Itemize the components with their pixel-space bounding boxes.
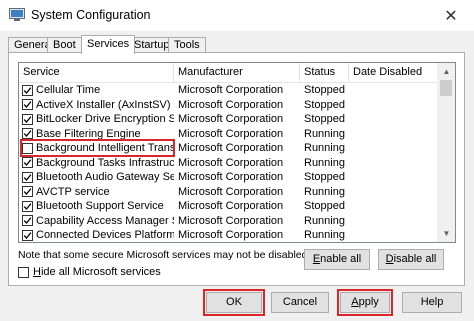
service-name: BitLocker Drive Encryption Service bbox=[36, 113, 174, 125]
table-row[interactable]: Background Intelligent Transfer ... Micro… bbox=[19, 139, 440, 157]
table-row[interactable]: Bluetooth Audio Gateway Service Microsoft… bbox=[19, 170, 440, 185]
service-manufacturer: Microsoft Corporation bbox=[178, 156, 284, 169]
service-manufacturer: Microsoft Corporation bbox=[178, 200, 284, 212]
hide-microsoft-services-label[interactable]: Hide all Microsoft services bbox=[33, 266, 161, 278]
system-config-icon bbox=[9, 8, 25, 22]
service-name: Background Intelligent Transfer ... bbox=[36, 142, 174, 154]
column-header-service[interactable]: Service bbox=[19, 63, 174, 82]
hide-label-text: ide all Microsoft services bbox=[40, 266, 161, 278]
scrollbar-thumb[interactable] bbox=[440, 80, 452, 96]
table-row[interactable]: Base Filtering Engine Microsoft Corporati… bbox=[19, 127, 440, 142]
service-manufacturer: Microsoft Corporation bbox=[178, 214, 284, 227]
service-checkbox[interactable] bbox=[22, 157, 33, 168]
column-header-status[interactable]: Status bbox=[300, 63, 349, 82]
service-status: Stopped bbox=[304, 171, 345, 183]
table-row[interactable]: Connected Devices Platform Serv... Micros… bbox=[19, 228, 440, 242]
service-manufacturer: Microsoft Corporation bbox=[178, 127, 284, 140]
service-manufacturer: Microsoft Corporation bbox=[178, 98, 284, 111]
service-status: Stopped bbox=[304, 84, 345, 96]
service-manufacturer: Microsoft Corporation bbox=[178, 142, 284, 154]
column-header-manufacturer[interactable]: Manufacturer bbox=[174, 63, 300, 82]
table-row[interactable]: BitLocker Drive Encryption Service Micros… bbox=[19, 112, 440, 127]
tab-tools[interactable]: Tools bbox=[168, 37, 206, 52]
service-checkbox[interactable] bbox=[22, 186, 33, 197]
table-row[interactable]: Cellular Time Microsoft Corporation Stoppe… bbox=[19, 83, 440, 98]
service-status: Running bbox=[304, 142, 345, 154]
disable-all-button[interactable]: Disable all bbox=[378, 249, 444, 270]
service-checkbox[interactable] bbox=[22, 128, 33, 139]
table-row[interactable]: Bluetooth Support Service Microsoft Corpo… bbox=[19, 199, 440, 214]
service-name: Bluetooth Audio Gateway Service bbox=[36, 171, 174, 183]
service-name: ActiveX Installer (AxInstSV) bbox=[36, 98, 171, 111]
service-status: Running bbox=[304, 214, 345, 227]
help-button[interactable]: Help bbox=[402, 292, 462, 313]
service-checkbox[interactable] bbox=[22, 200, 33, 212]
tab-services[interactable]: Services bbox=[81, 35, 136, 54]
secure-services-note: Note that some secure Microsoft services… bbox=[18, 249, 311, 261]
cancel-button[interactable]: Cancel bbox=[271, 292, 329, 313]
service-name: Capability Access Manager Service bbox=[36, 214, 174, 227]
service-checkbox[interactable] bbox=[22, 113, 33, 125]
service-status: Running bbox=[304, 185, 345, 198]
services-list[interactable]: Service Manufacturer Status Date Disable… bbox=[18, 62, 456, 243]
service-checkbox[interactable] bbox=[22, 84, 33, 96]
enable-all-button[interactable]: Enable all bbox=[304, 249, 370, 270]
table-row[interactable]: Background Tasks Infrastructur... Microso… bbox=[19, 156, 440, 171]
table-row[interactable]: Certificate Propagation Microsoft Corpora… bbox=[19, 243, 440, 244]
service-name: Base Filtering Engine bbox=[36, 127, 141, 140]
services-panel: Service Manufacturer Status Date Disable… bbox=[8, 52, 465, 286]
list-header: Service Manufacturer Status Date Disable… bbox=[19, 63, 440, 83]
service-status: Stopped bbox=[304, 243, 348, 244]
service-checkbox[interactable] bbox=[22, 229, 33, 241]
service-rows: Cellular Time Microsoft Corporation Stoppe… bbox=[19, 83, 440, 244]
service-name: AVCTP service bbox=[36, 185, 110, 198]
service-name: Cellular Time bbox=[36, 84, 101, 96]
vertical-scrollbar[interactable]: ▲ ▼ bbox=[437, 63, 455, 242]
service-name: Bluetooth Support Service bbox=[36, 200, 164, 212]
table-row[interactable]: AVCTP service Microsoft Corporation Runnin… bbox=[19, 185, 440, 200]
table-row[interactable]: ActiveX Installer (AxInstSV) Microsoft Co… bbox=[19, 98, 440, 113]
service-name: Background Tasks Infrastructur... bbox=[36, 156, 174, 169]
service-status: Running bbox=[304, 156, 345, 169]
service-status: Stopped bbox=[304, 113, 345, 125]
service-status: Running bbox=[304, 229, 345, 241]
service-name: Certificate Propagation bbox=[36, 243, 174, 244]
title-bar: System Configuration ✕ bbox=[0, 0, 474, 31]
tab-boot[interactable]: Boot bbox=[47, 37, 82, 52]
service-status: Running bbox=[304, 127, 345, 140]
service-status: Stopped bbox=[304, 98, 345, 111]
disable-all-label: isable all bbox=[393, 253, 437, 265]
hide-mnemonic: H bbox=[33, 266, 41, 278]
hide-microsoft-services-checkbox[interactable] bbox=[18, 267, 29, 278]
column-header-date-disabled[interactable]: Date Disabled bbox=[349, 63, 440, 82]
service-checkbox[interactable] bbox=[22, 215, 33, 226]
service-manufacturer: Microsoft Corporation bbox=[178, 229, 284, 241]
service-checkbox[interactable] bbox=[22, 99, 33, 110]
service-manufacturer: Microsoft Corporation bbox=[178, 113, 284, 125]
service-manufacturer: Microsoft Corporation bbox=[178, 185, 284, 198]
close-icon[interactable]: ✕ bbox=[428, 0, 474, 31]
disable-all-mnemonic: D bbox=[385, 253, 394, 265]
scroll-down-arrow-icon[interactable]: ▼ bbox=[438, 225, 455, 242]
apply-mnemonic: A bbox=[351, 296, 359, 308]
service-manufacturer: Microsoft Corporation bbox=[178, 171, 284, 183]
table-row[interactable]: Capability Access Manager Service Microso… bbox=[19, 214, 440, 229]
service-status: Stopped bbox=[304, 200, 345, 212]
enable-all-label: nable all bbox=[320, 253, 362, 265]
service-checkbox[interactable] bbox=[22, 142, 33, 154]
ok-button[interactable]: OK bbox=[206, 292, 262, 313]
service-manufacturer: Microsoft Corporation bbox=[178, 243, 298, 244]
service-manufacturer: Microsoft Corporation bbox=[178, 84, 284, 96]
apply-button[interactable]: Apply bbox=[340, 292, 390, 313]
service-name: Connected Devices Platform Serv... bbox=[36, 229, 174, 241]
service-checkbox[interactable] bbox=[22, 171, 33, 183]
apply-label: pply bbox=[358, 296, 379, 308]
scroll-up-arrow-icon[interactable]: ▲ bbox=[438, 63, 455, 80]
window-title: System Configuration bbox=[31, 8, 151, 22]
